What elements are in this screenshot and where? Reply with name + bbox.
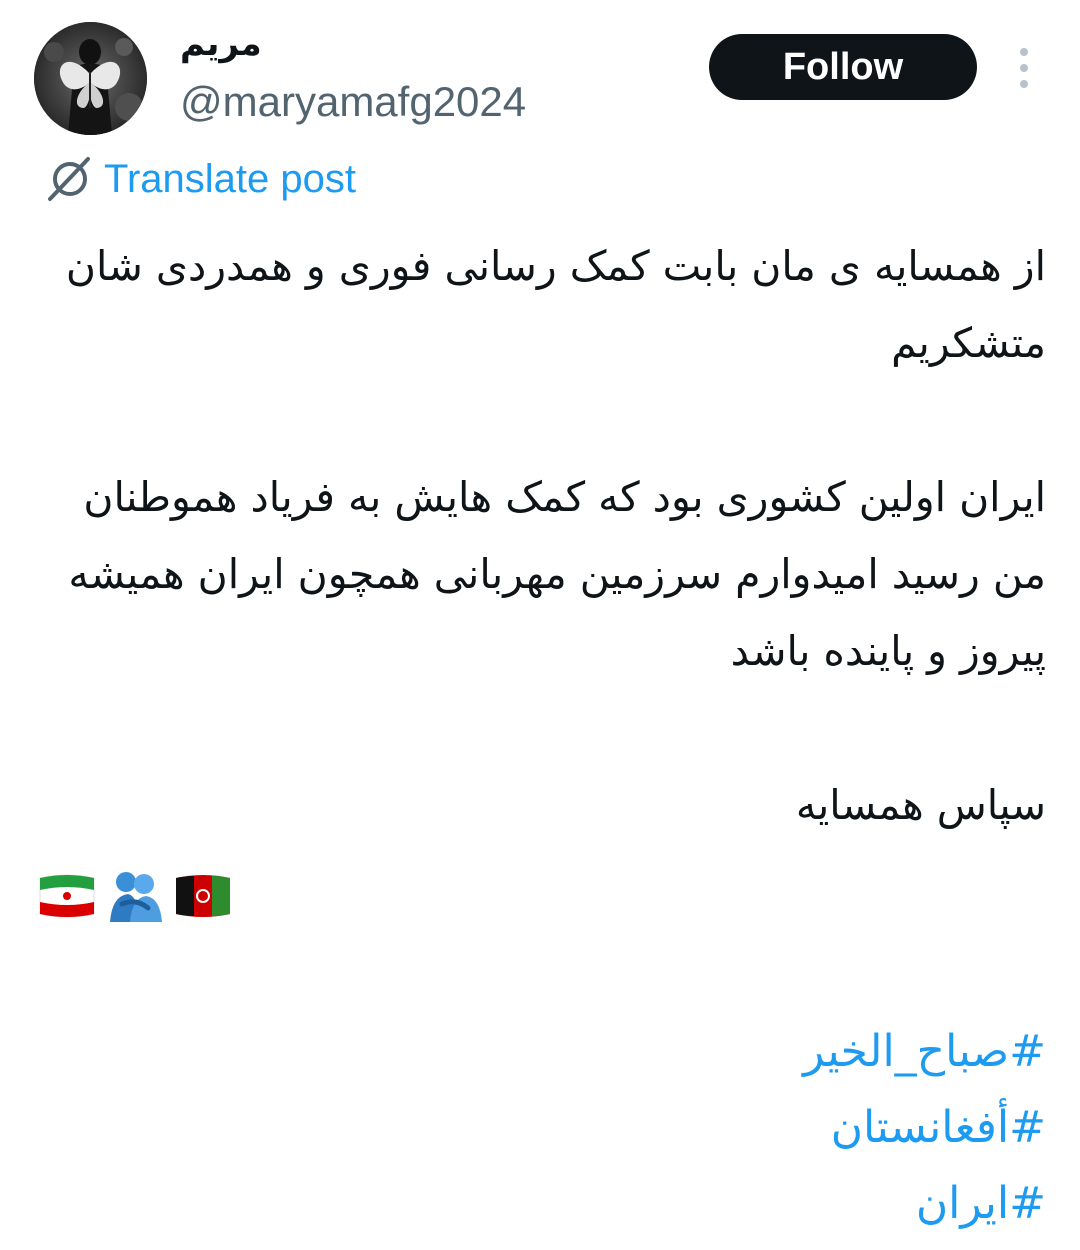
flag-iran-icon	[36, 868, 98, 924]
more-options-icon[interactable]	[1004, 44, 1044, 92]
people-hugging-icon	[104, 868, 166, 924]
user-handle[interactable]: @maryamafg2024	[180, 76, 526, 128]
translate-post-label: Translate post	[104, 157, 356, 201]
hashtag-link[interactable]: #أفغانستان	[803, 1090, 1046, 1166]
flag-afghanistan-icon	[172, 868, 234, 924]
follow-button[interactable]: Follow	[709, 34, 977, 100]
avatar[interactable]	[34, 22, 147, 135]
hashtag-link[interactable]: #صباح_الخیر	[803, 1014, 1046, 1090]
hashtag-list: #صباح_الخیر #أفغانستان #ایران	[803, 1014, 1046, 1242]
display-name[interactable]: مریم	[180, 22, 262, 66]
post-paragraph: ایران اولین کشوری بود که کمک هایش به فری…	[68, 473, 1046, 675]
post-paragraph: از همسایه ی مان بابت کمک رسانی فوری و هم…	[65, 242, 1046, 367]
translate-post-link[interactable]: Translate post	[40, 152, 356, 206]
post-text: از همسایه ی مان بابت کمک رسانی فوری و هم…	[36, 228, 1046, 844]
post-paragraph: سپاس همسایه	[795, 781, 1046, 829]
translate-icon	[40, 154, 96, 204]
emoji-row	[36, 866, 234, 926]
hashtag-link[interactable]: #ایران	[803, 1166, 1046, 1242]
